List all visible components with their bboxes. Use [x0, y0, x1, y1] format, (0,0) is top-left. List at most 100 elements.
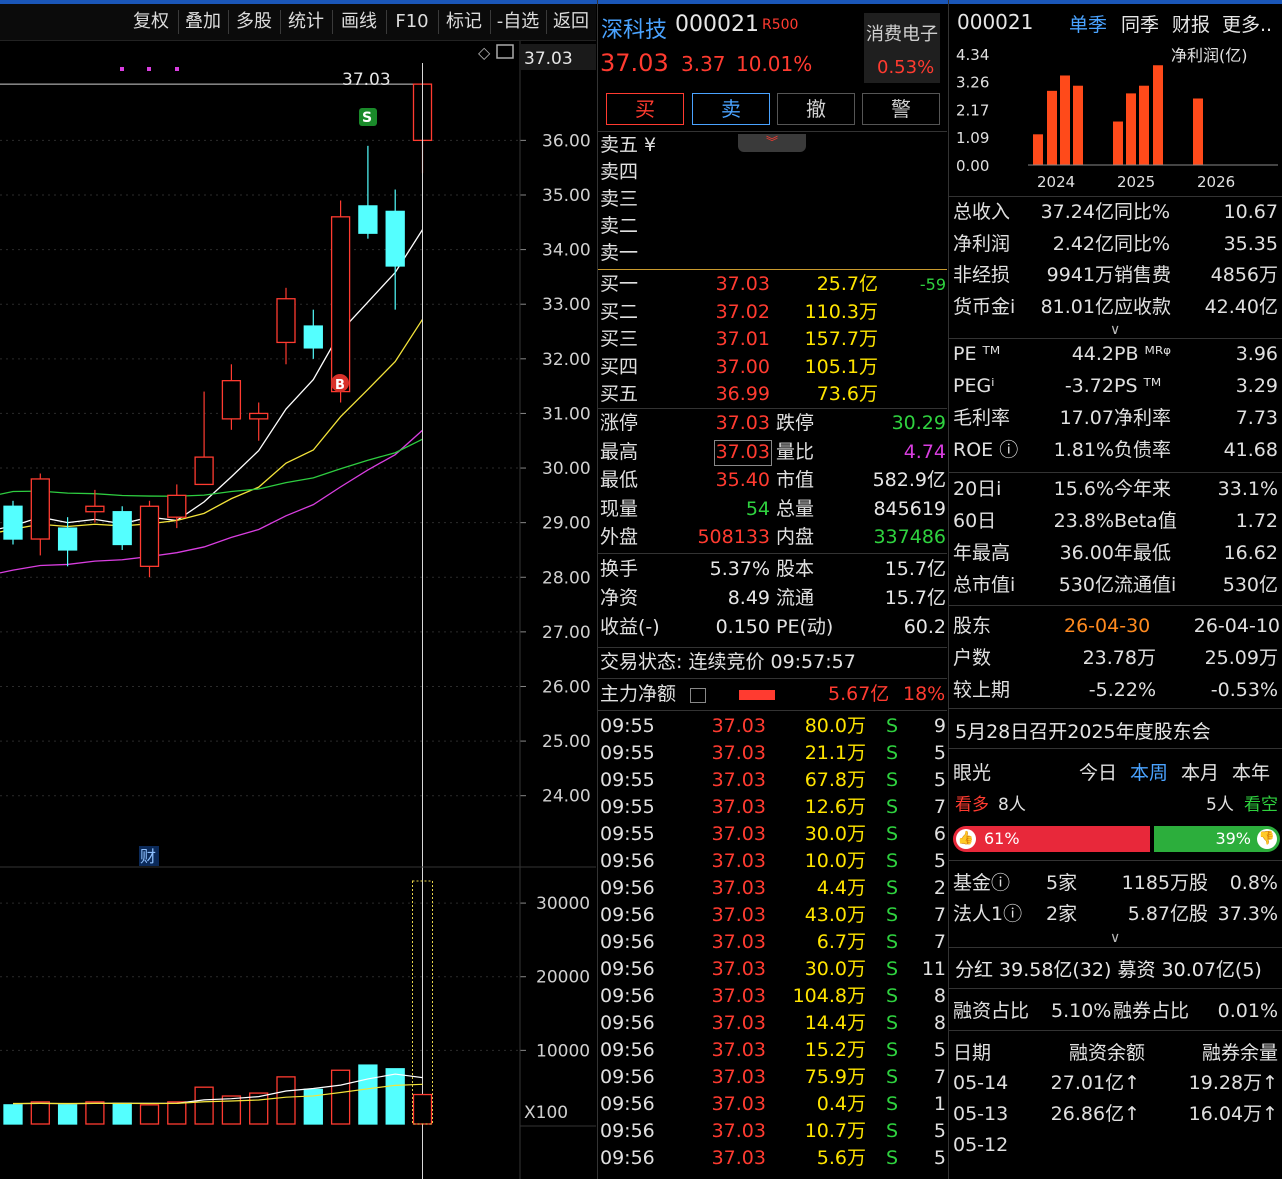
volume-bar[interactable]: [30, 1101, 50, 1125]
candle-body[interactable]: [276, 298, 296, 344]
holders-label: 较上期: [953, 679, 1011, 701]
vision-tab-today[interactable]: 今日: [1079, 758, 1117, 788]
tab-quarter[interactable]: 单季: [1069, 10, 1107, 37]
net-profit-bar[interactable]: [1060, 75, 1070, 165]
margin-short: 16.04万↑: [1188, 1103, 1278, 1125]
candle-body[interactable]: [303, 325, 323, 349]
sell-button[interactable]: 卖: [692, 93, 770, 125]
volume-bar[interactable]: [112, 1102, 132, 1125]
frows-row: 货币金i 81.01亿 应收款 42.40亿: [953, 292, 1280, 322]
institution-label: 法人1ⓘ: [953, 903, 1023, 925]
volume-bar[interactable]: [57, 1104, 78, 1125]
bid-change: -59: [919, 275, 946, 294]
candle-body[interactable]: [57, 527, 78, 551]
vision-row: 眼光 今日 本周 本月 本年: [953, 758, 1280, 788]
thumbs-down-icon[interactable]: 👎: [1257, 829, 1277, 849]
volume-bar[interactable]: [85, 1101, 105, 1125]
net-profit-bar[interactable]: [1033, 134, 1043, 165]
stats-row: 外盘 508133 内盘 337486: [600, 524, 946, 551]
volume-bar[interactable]: [167, 1101, 187, 1125]
candle-body[interactable]: [112, 511, 132, 546]
vision-tab-week[interactable]: 本周: [1130, 758, 1168, 788]
net-profit-bar[interactable]: [1193, 98, 1203, 165]
cancel-button[interactable]: 撤: [777, 93, 855, 125]
alert-button[interactable]: 警: [862, 93, 940, 125]
tick-row: 09:56 37.03 0.4万 S 1: [600, 1091, 946, 1118]
candle-body[interactable]: [194, 456, 214, 486]
toolbar-f10-button[interactable]: F10: [386, 4, 438, 40]
tick-count: 1: [933, 1093, 946, 1115]
panel-toggle-icon[interactable]: [496, 44, 514, 59]
candle-body[interactable]: [330, 216, 351, 393]
candle-body[interactable]: [385, 210, 405, 267]
volume-bar[interactable]: [194, 1086, 214, 1125]
vision-tab-month[interactable]: 本月: [1181, 758, 1219, 788]
candle-body[interactable]: [30, 478, 50, 540]
toolbar-overlay-button[interactable]: 叠加: [178, 4, 228, 40]
metric-label: 20日i: [953, 478, 1002, 500]
buy-button[interactable]: 买: [606, 93, 684, 125]
volume-bar[interactable]: [412, 1093, 433, 1125]
diamond-icon[interactable]: ◇: [478, 43, 491, 62]
vision-tab-year[interactable]: 本年: [1232, 758, 1270, 788]
net-profit-bar[interactable]: [1047, 90, 1057, 165]
volume-bar[interactable]: [276, 1076, 296, 1125]
toolbar-back-button[interactable]: 返回: [546, 4, 596, 40]
expand-chevron-icon[interactable]: ∨: [1110, 322, 1120, 338]
bid-row[interactable]: 买五 36.99 73.6万: [600, 381, 946, 408]
price-axis-label: 29.00: [542, 514, 591, 534]
metric-value: 44.2: [1071, 343, 1114, 365]
tick-side: S: [886, 850, 899, 872]
mini-y-label: 3.26: [956, 74, 989, 92]
net-profit-bar[interactable]: [1073, 85, 1083, 165]
volume-bar[interactable]: [3, 1104, 23, 1125]
net-profit-bar[interactable]: [1153, 65, 1163, 165]
tick-price: 37.03: [711, 985, 766, 1007]
bid-row[interactable]: 买四 37.00 105.1万: [600, 354, 946, 381]
volume-bar[interactable]: [385, 1068, 405, 1125]
candle-body[interactable]: [358, 205, 378, 234]
volume-bar[interactable]: [330, 1069, 351, 1125]
thumbs-up-icon[interactable]: 👍: [956, 829, 976, 849]
volume-bar[interactable]: [139, 1104, 160, 1125]
stat-value: 15.7亿: [884, 558, 946, 580]
tab-more[interactable]: 更多..: [1222, 10, 1272, 37]
volume-bar[interactable]: [358, 1064, 378, 1125]
candle-body[interactable]: [85, 505, 105, 513]
candle-body[interactable]: [167, 494, 187, 518]
bid-row[interactable]: 买一 37.03 25.7亿 -59: [600, 271, 946, 298]
bull-bar[interactable]: [953, 826, 1150, 852]
toolbar-mark-button[interactable]: 标记: [438, 4, 490, 40]
metric-label: 净利率: [1114, 407, 1172, 429]
candle-body[interactable]: [139, 505, 160, 567]
buy-signal[interactable]: B: [335, 378, 345, 393]
expand-chevron-icon[interactable]: ∨: [1110, 930, 1120, 946]
candle-body[interactable]: [3, 505, 23, 540]
notice-text[interactable]: 5月28日召开2025年度股东会: [955, 717, 1211, 744]
divider: [598, 408, 947, 409]
toolbar-watchlist-button[interactable]: -自选: [490, 4, 546, 40]
list-icon[interactable]: [690, 688, 706, 703]
margin-head-finance: 融资余额: [1069, 1042, 1146, 1064]
holders-date2[interactable]: 26-04-10: [1194, 611, 1280, 641]
net-profit-bar[interactable]: [1126, 93, 1136, 165]
tab-report[interactable]: 财报: [1172, 10, 1210, 37]
fin-marker[interactable]: 财: [140, 847, 156, 866]
candle-body[interactable]: [249, 412, 269, 420]
net-profit-bar[interactable]: [1113, 121, 1123, 165]
stats-row: 最高 37.03 量比 4.74: [600, 439, 946, 466]
tick-volume: 30.0万: [804, 823, 866, 845]
candle-body[interactable]: [221, 380, 242, 420]
toolbar-stats-button[interactable]: 统计: [280, 4, 332, 40]
toolbar-multi-button[interactable]: 多股: [228, 4, 280, 40]
volume-bar[interactable]: [249, 1092, 269, 1125]
bid-row[interactable]: 买二 37.02 110.3万: [600, 299, 946, 326]
candlestick-chart[interactable]: 36.00 35.00 34.00 33.00 32.00 31.00 30.00 29.00…: [0, 41, 596, 1179]
toolbar-draw-button[interactable]: 画线: [332, 4, 386, 40]
toolbar-rights-button[interactable]: 复权: [124, 4, 178, 40]
bid-row[interactable]: 买三 37.01 157.7万: [600, 326, 946, 353]
tab-same-quarter[interactable]: 同季: [1121, 10, 1159, 37]
net-profit-bar[interactable]: [1139, 85, 1149, 165]
sell-signal[interactable]: S: [362, 110, 372, 126]
holders-date1[interactable]: 26-04-30: [1064, 611, 1150, 641]
